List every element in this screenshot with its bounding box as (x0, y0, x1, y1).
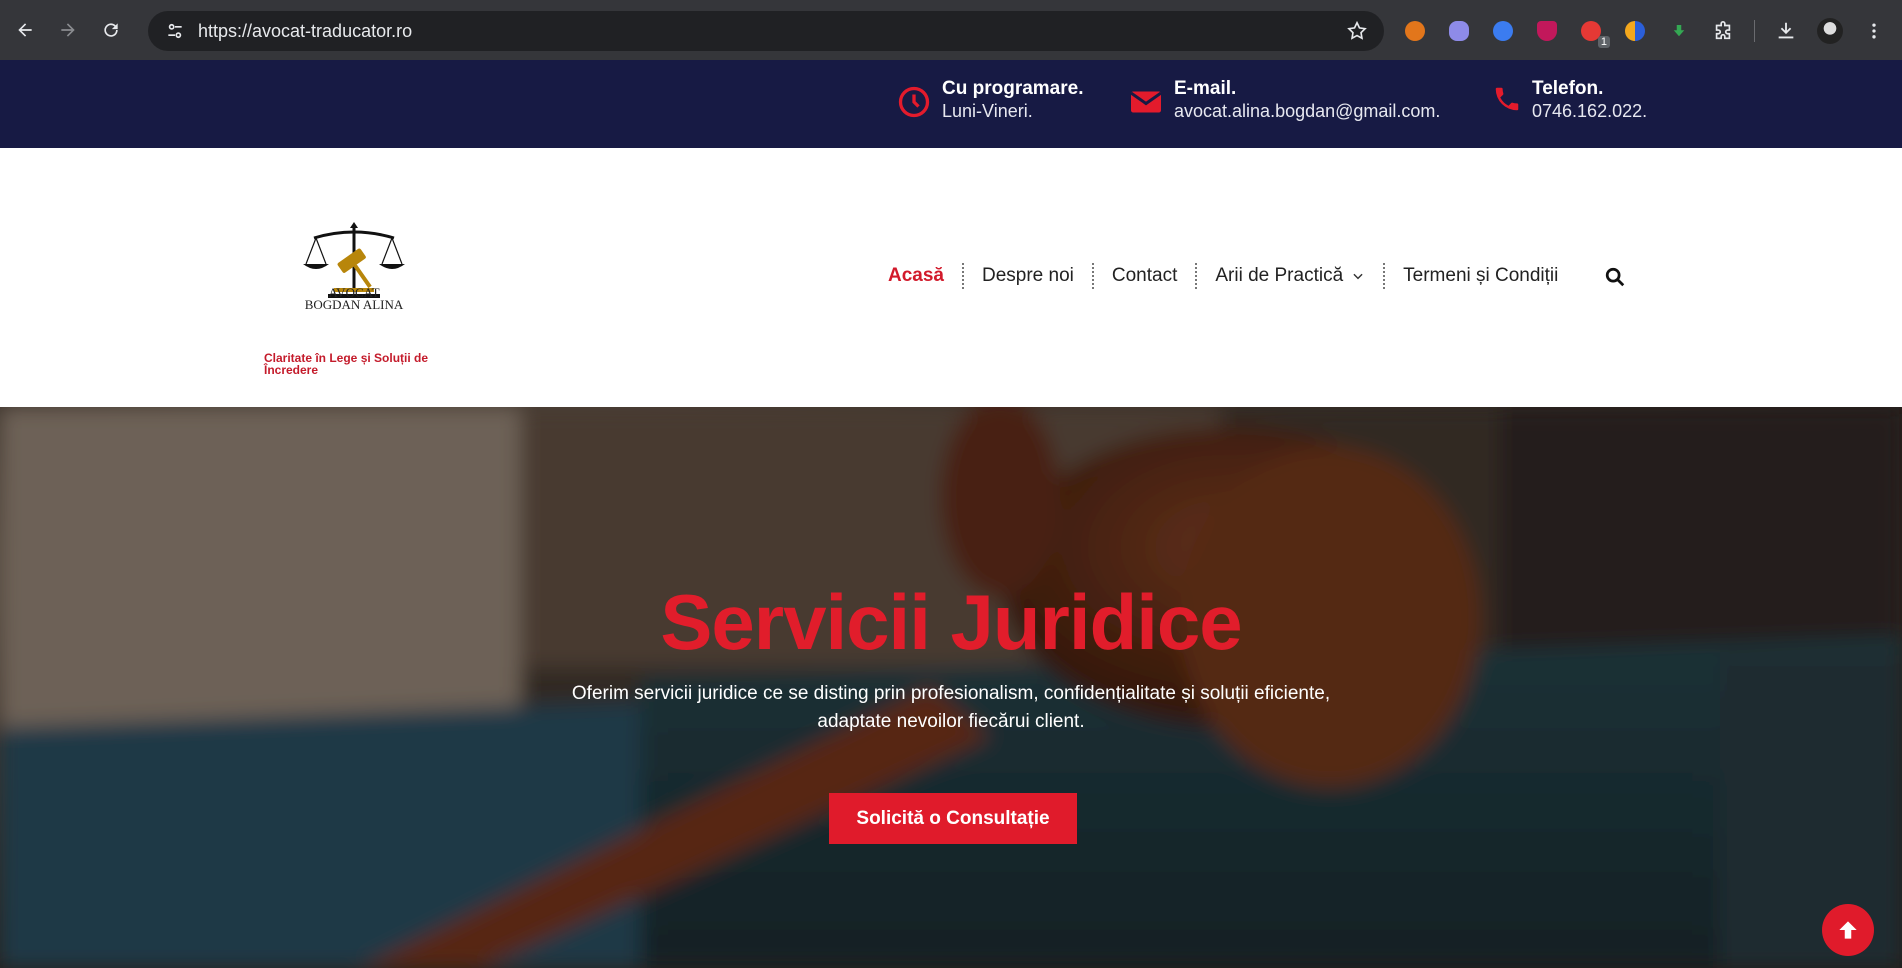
gamepad-extension-icon[interactable] (1442, 14, 1476, 48)
download-icon (1778, 22, 1794, 39)
email-address[interactable]: avocat.alina.bogdan@gmail.com. (1174, 100, 1440, 122)
moon-extension-icon[interactable] (1618, 14, 1652, 48)
extension-badge: 1 (1597, 36, 1610, 48)
schedule-info: Cu programare. Luni-Vineri. (896, 78, 1083, 122)
email-title: E-mail. (1174, 78, 1237, 99)
schedule-title: Cu programare. (942, 78, 1084, 99)
reload-icon (104, 23, 118, 37)
nav-contact[interactable]: Contact (1094, 263, 1195, 289)
back-button[interactable] (7, 12, 43, 48)
main-navigation: Acasă Despre noi Contact Arii de Practic… (870, 263, 1576, 289)
search-icon[interactable] (1604, 266, 1626, 288)
puzzle-icon (1715, 21, 1731, 40)
nav-practice-areas[interactable]: Arii de Practică (1197, 263, 1383, 289)
nav-about[interactable]: Despre noi (964, 263, 1092, 289)
nav-terms[interactable]: Termeni și Condiții (1385, 263, 1576, 289)
more-vertical-icon (1872, 23, 1876, 39)
address-bar[interactable]: https://avocat-traducator.ro (148, 11, 1384, 51)
toolbar-separator (1754, 20, 1755, 42)
notification-extension-icon[interactable]: 1 (1574, 14, 1610, 48)
download-arrow-extension-icon[interactable] (1662, 14, 1696, 48)
bookmark-button[interactable] (1342, 16, 1372, 46)
nav-practice-areas-label: Arii de Practică (1215, 265, 1344, 286)
contact-info-bar: Cu programare. Luni-Vineri. E-mail. avoc… (0, 60, 1902, 148)
hero-section: Servicii Juridice Oferim servicii juridi… (0, 407, 1902, 968)
site-header: AVOCAT BOGDAN ALINA Claritate în Lege și… (0, 148, 1902, 407)
scroll-to-top-button[interactable] (1822, 904, 1874, 956)
star-icon (1347, 20, 1367, 40)
url-text[interactable]: https://avocat-traducator.ro (198, 21, 1342, 42)
chevron-down-icon (1353, 273, 1363, 280)
browser-menu-button[interactable] (1857, 14, 1891, 48)
arrow-right-icon (61, 23, 75, 37)
site-tagline: Claritate în Lege și Soluții de Încreder… (264, 351, 429, 377)
puzzle-extensions-icon[interactable] (1706, 14, 1740, 48)
browser-toolbar: https://avocat-traducator.ro 1 (0, 0, 1902, 60)
logo-text: AVOCAT BOGDAN ALINA (295, 286, 413, 312)
phone-number[interactable]: 0746.162.022. (1532, 100, 1647, 122)
request-consultation-button[interactable]: Solicită o Consultație (829, 793, 1077, 844)
schedule-sub: Luni-Vineri. (942, 101, 1033, 121)
profile-avatar[interactable] (1813, 14, 1847, 48)
reload-button[interactable] (93, 12, 129, 48)
clock-icon (898, 86, 930, 118)
phone-icon (1495, 87, 1519, 111)
downloads-button[interactable] (1769, 14, 1803, 48)
email-info: E-mail. avocat.alina.bogdan@gmail.com. (1128, 78, 1440, 122)
logo-line-2: BOGDAN ALINA (304, 297, 404, 312)
extensions-row: 1 (1398, 14, 1901, 48)
arrow-up-icon (1839, 921, 1857, 939)
fox-extension-icon[interactable] (1398, 14, 1432, 48)
hero-title: Servicii Juridice (660, 578, 1242, 666)
nav-home[interactable]: Acasă (870, 263, 962, 289)
phone-info: Telefon. 0746.162.022. (1492, 78, 1647, 122)
tune-icon (168, 23, 182, 39)
thumbs-up-extension-icon[interactable] (1486, 14, 1520, 48)
envelope-icon (1130, 91, 1162, 113)
site-info-button[interactable] (160, 16, 190, 46)
hero-description: Oferim servicii juridice ce se disting p… (571, 683, 1331, 732)
arrow-left-icon (18, 23, 32, 37)
forward-button[interactable] (50, 12, 86, 48)
phone-title: Telefon. (1532, 78, 1604, 99)
shield-extension-icon[interactable] (1530, 14, 1564, 48)
green-arrow-icon (1673, 25, 1685, 37)
